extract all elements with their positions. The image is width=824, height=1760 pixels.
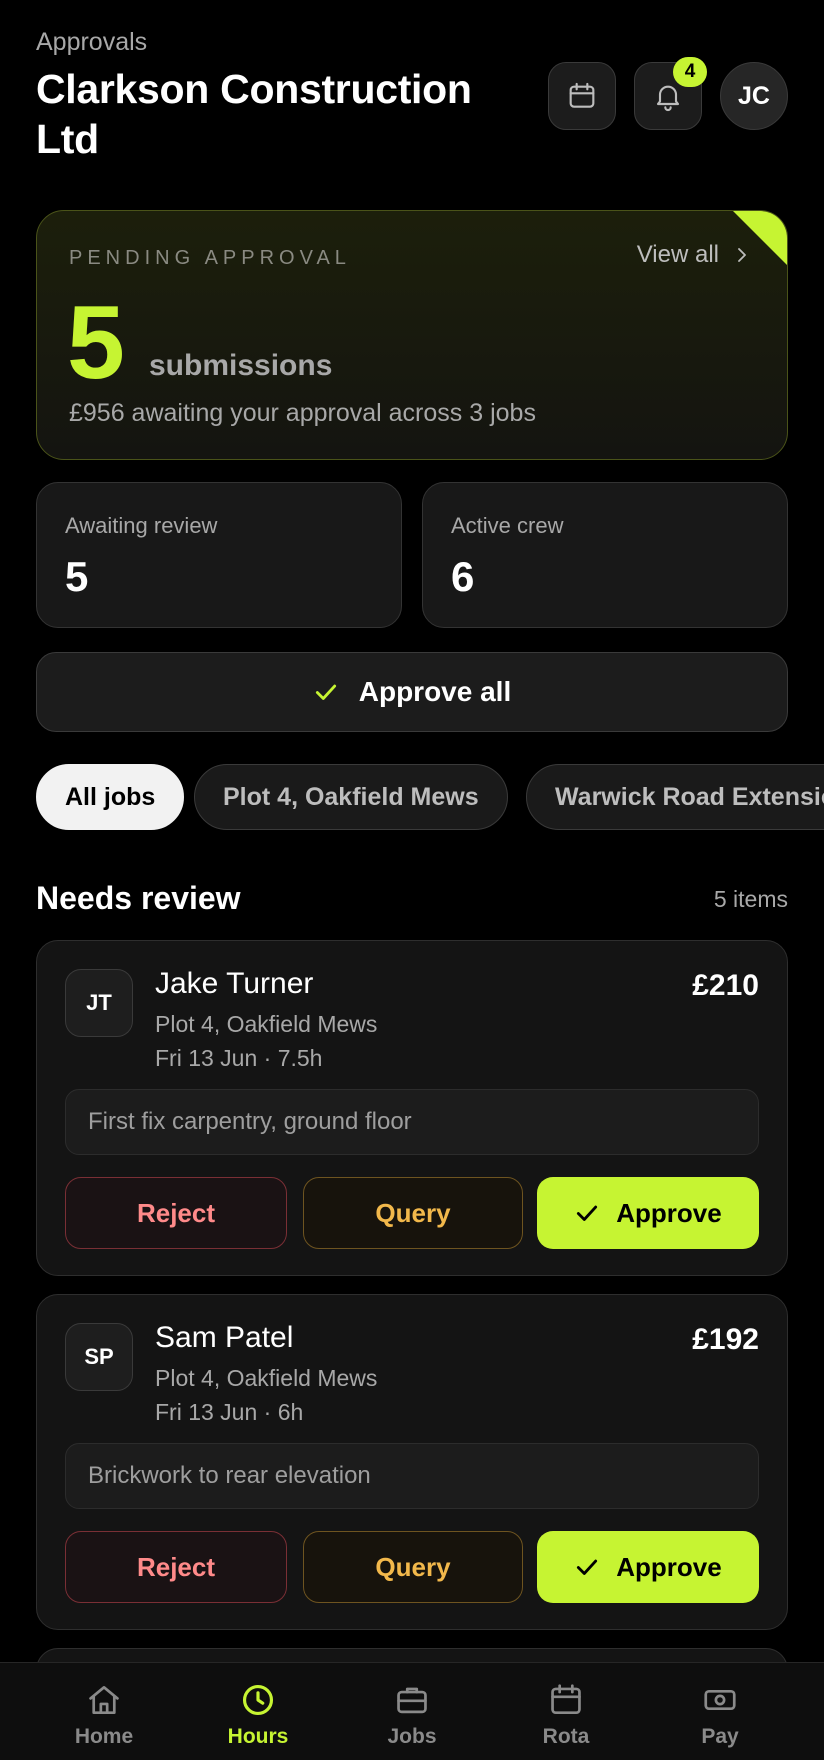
worker-avatar: JT: [65, 969, 133, 1037]
chip-warwick-road-extension[interactable]: Warwick Road Extension: [526, 764, 824, 830]
work-description: Brickwork to rear elevation: [65, 1443, 759, 1509]
worker-avatar: SP: [65, 1323, 133, 1391]
job-filter-chips: All jobs Plot 4, Oakfield Mews Warwick R…: [36, 764, 824, 832]
check-icon: [577, 1559, 598, 1575]
approve-all-button[interactable]: Approve all: [36, 652, 788, 732]
pending-count-unit: submissions: [149, 349, 333, 382]
banknote-icon: [704, 1689, 736, 1711]
submission-amount: £192: [692, 1323, 759, 1356]
bottom-tab-bar: Home Hours Jobs Rota Pay: [0, 1662, 824, 1760]
approve-all-label: Approve all: [358, 676, 512, 707]
stat-awaiting-review: Awaiting review 5: [36, 482, 402, 628]
submission-amount: £210: [692, 969, 759, 1002]
reject-button[interactable]: Reject: [65, 1531, 287, 1603]
pending-description: £956 awaiting your approval across 3 job…: [69, 399, 536, 427]
chevron-right-icon: [738, 248, 746, 262]
reject-button[interactable]: Reject: [65, 1177, 287, 1249]
approve-label: Approve: [616, 1197, 722, 1228]
tab-rota[interactable]: Rota: [506, 1681, 626, 1749]
view-all-label: View all: [636, 241, 719, 268]
tab-jobs[interactable]: Jobs: [352, 1681, 472, 1749]
calendar-icon: [569, 82, 595, 108]
tab-hours[interactable]: Hours: [198, 1681, 318, 1749]
view-all-link[interactable]: View all: [637, 241, 751, 269]
page-header: Approvals Clarkson Construction Ltd 4 JC: [36, 28, 788, 168]
notification-badge: 4: [673, 57, 707, 87]
check-icon: [315, 684, 336, 700]
tab-label: Hours: [227, 1725, 289, 1748]
approve-button[interactable]: Approve: [537, 1177, 759, 1249]
stat-label: Active crew: [451, 513, 564, 538]
tab-label: Pay: [701, 1725, 739, 1748]
pending-count: 5: [67, 285, 125, 401]
stat-value: 5: [65, 553, 89, 600]
tab-pay[interactable]: Pay: [660, 1681, 780, 1749]
profile-avatar[interactable]: JC: [720, 62, 788, 130]
pending-approval-card: PENDING APPROVAL View all 5 submissions …: [36, 210, 788, 460]
chip-plot-4-oakfield-mews[interactable]: Plot 4, Oakfield Mews: [194, 764, 508, 830]
tab-label: Home: [74, 1725, 134, 1748]
home-icon: [89, 1685, 119, 1715]
section-title: Needs review: [36, 880, 241, 916]
check-icon: [577, 1205, 598, 1221]
job-name: Plot 4, Oakfield Mews: [155, 1365, 378, 1391]
submission-card: JT Jake Turner Plot 4, Oakfield Mews Fri…: [36, 940, 788, 1276]
approve-label: Approve: [616, 1551, 722, 1582]
company-name: Clarkson Construction Ltd: [36, 66, 472, 162]
submission-card: SP Sam Patel Plot 4, Oakfield Mews Fri 1…: [36, 1294, 788, 1630]
pending-approval-label: PENDING APPROVAL: [69, 247, 351, 269]
shift-meta: Fri 13 Jun · 7.5h: [155, 1045, 323, 1071]
tab-label: Jobs: [387, 1725, 437, 1748]
calendar-icon: [551, 1684, 581, 1715]
worker-name: Jake Turner: [155, 967, 314, 1000]
page-eyebrow: Approvals: [36, 28, 148, 56]
notifications-button[interactable]: 4: [634, 57, 707, 130]
stat-value: 6: [451, 553, 475, 600]
tab-label: Rota: [542, 1725, 590, 1748]
worker-name: Sam Patel: [155, 1321, 294, 1354]
stat-active-crew: Active crew 6: [422, 482, 788, 628]
stat-label: Awaiting review: [65, 513, 218, 538]
query-button[interactable]: Query: [303, 1177, 523, 1249]
shift-meta: Fri 13 Jun · 6h: [155, 1399, 304, 1425]
chip-all-jobs[interactable]: All jobs: [36, 764, 185, 830]
work-description: First fix carpentry, ground floor: [65, 1089, 759, 1155]
tab-home[interactable]: Home: [44, 1681, 164, 1749]
job-name: Plot 4, Oakfield Mews: [155, 1011, 378, 1037]
query-button[interactable]: Query: [303, 1531, 523, 1603]
calendar-button[interactable]: [548, 62, 616, 130]
clock-icon: [242, 1684, 274, 1716]
briefcase-icon: [397, 1687, 427, 1714]
section-count: 5 items: [713, 886, 788, 912]
approve-button[interactable]: Approve: [537, 1531, 759, 1603]
